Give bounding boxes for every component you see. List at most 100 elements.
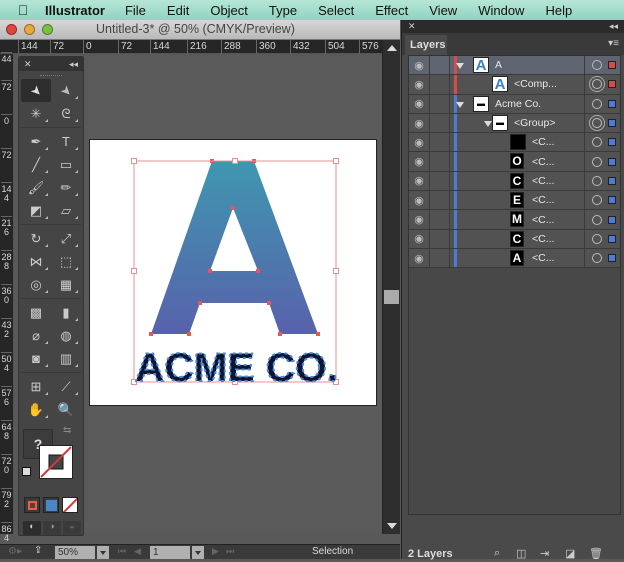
selection-indicator[interactable] [608, 234, 616, 243]
resize-handle[interactable] [131, 158, 137, 164]
lasso-tool[interactable]: ᘓ [51, 102, 81, 125]
layer-row[interactable]: ◉ C <C... [409, 229, 620, 249]
resize-handle[interactable] [232, 158, 238, 164]
target-circle-icon[interactable] [592, 233, 602, 244]
layer-name[interactable]: <C... [532, 233, 554, 245]
menu-edit[interactable]: Edit [167, 3, 189, 18]
gradient-button[interactable] [43, 497, 59, 513]
menu-window[interactable]: Window [478, 3, 524, 18]
minimize-window-button[interactable] [24, 24, 35, 35]
visibility-eye-icon[interactable]: ◉ [409, 94, 430, 113]
anchor-point[interactable] [187, 332, 191, 336]
visibility-eye-icon[interactable]: ◉ [409, 133, 430, 152]
resize-handle[interactable] [333, 158, 339, 164]
zoom-window-button[interactable] [42, 24, 53, 35]
menu-help[interactable]: Help [545, 3, 572, 18]
target-circle-icon[interactable] [592, 60, 602, 71]
anchor-point[interactable] [278, 332, 282, 336]
collapse-panel-icon[interactable]: ◂◂ [69, 59, 78, 70]
layer-name[interactable]: <C... [532, 214, 554, 226]
slice-tool[interactable]: ⟋ [51, 375, 81, 398]
pen-tool[interactable]: ✒ [21, 130, 51, 153]
direct-selection-tool[interactable]: ➤ [51, 79, 81, 102]
lock-toggle[interactable] [430, 133, 450, 152]
visibility-eye-icon[interactable]: ◉ [409, 248, 430, 268]
lock-toggle[interactable] [430, 191, 450, 210]
draw-behind-button[interactable]: ◑ [43, 521, 61, 535]
artwork[interactable]: ACME CO. [90, 140, 378, 407]
lock-toggle[interactable] [430, 113, 450, 133]
selection-indicator[interactable] [608, 176, 616, 185]
selection-indicator[interactable] [608, 196, 616, 205]
layer-name[interactable]: Acme Co. [495, 98, 541, 110]
layer-row[interactable]: ◉ A <C... [409, 248, 620, 269]
lock-toggle[interactable] [430, 75, 450, 94]
vertical-ruler[interactable]: 44 72 0 72 144 216 288 360 432 504 576 648 720 792 864 [0, 52, 14, 543]
lock-toggle[interactable] [430, 248, 450, 268]
expand-triangle-icon[interactable] [456, 63, 464, 69]
lock-toggle[interactable] [430, 56, 450, 75]
scroll-thumb[interactable] [384, 290, 399, 304]
draw-normal-button[interactable]: ◐ [23, 521, 41, 535]
selection-indicator[interactable] [608, 99, 616, 108]
selection-indicator[interactable] [608, 80, 616, 89]
lock-toggle[interactable] [430, 229, 450, 248]
menu-object[interactable]: Object [210, 3, 248, 18]
draw-inside-button[interactable]: ◒ [63, 521, 81, 535]
menu-select[interactable]: Select [318, 3, 354, 18]
target-circle-icon[interactable] [592, 214, 602, 225]
artboard-number-field[interactable]: 1 [150, 546, 190, 559]
app-menu[interactable]: Illustrator [45, 3, 105, 18]
delete-layer-icon[interactable]: 🗑 [589, 547, 603, 560]
expand-triangle-icon[interactable] [484, 120, 492, 127]
magic-wand-tool[interactable]: ✳ [21, 102, 51, 125]
status-text[interactable]: Selection [312, 546, 353, 557]
eyedropper-tool[interactable]: ⌀ [21, 324, 51, 347]
visibility-eye-icon[interactable]: ◉ [409, 56, 430, 75]
layer-row[interactable]: ◉ E <C... [409, 191, 620, 211]
resize-handle[interactable] [333, 268, 339, 274]
close-layers-panel-icon[interactable]: ✕ [408, 21, 416, 32]
create-new-sublayer-icon[interactable]: ⇥ [540, 547, 549, 560]
anchor-point[interactable] [198, 301, 202, 305]
anchor-point[interactable] [256, 269, 260, 273]
artboard-tool[interactable]: ⊞ [21, 375, 51, 398]
visibility-eye-icon[interactable]: ◉ [409, 75, 430, 94]
layer-name[interactable]: A [495, 59, 502, 71]
visibility-eye-icon[interactable]: ◉ [409, 113, 430, 133]
line-segment-tool[interactable]: ╱ [21, 153, 51, 176]
layer-name[interactable]: <C... [532, 194, 554, 206]
blend-tool[interactable]: ◍ [51, 324, 81, 347]
selection-indicator[interactable] [608, 119, 616, 128]
make-clipping-mask-icon[interactable]: ◫ [516, 547, 526, 560]
symbol-sprayer-tool[interactable]: ◙ [21, 347, 51, 370]
artboard[interactable]: ACME CO. [89, 139, 377, 406]
swap-fill-stroke-icon[interactable]: ⇆ [63, 425, 71, 436]
selection-indicator[interactable] [608, 138, 616, 147]
selection-tool[interactable]: ➤ [21, 79, 51, 102]
selection-indicator[interactable] [608, 157, 616, 166]
free-transform-tool[interactable]: ⬚ [51, 250, 81, 273]
lock-toggle[interactable] [430, 94, 450, 113]
selection-indicator[interactable] [608, 254, 616, 263]
type-tool[interactable]: T [51, 130, 81, 153]
layer-name[interactable]: <C... [532, 136, 554, 148]
scroll-up-arrow-icon[interactable] [387, 45, 397, 51]
close-window-button[interactable] [6, 24, 17, 35]
zoom-level-field[interactable]: 50% [55, 546, 95, 559]
column-graph-tool[interactable]: ▥ [51, 347, 81, 370]
menu-effect[interactable]: Effect [375, 3, 408, 18]
target-circle-icon[interactable] [592, 156, 602, 167]
scroll-down-arrow-icon[interactable] [387, 523, 397, 529]
first-artboard-icon[interactable]: ⏮ [118, 546, 126, 557]
target-circle-icon[interactable] [592, 118, 602, 129]
anchor-point[interactable] [231, 206, 235, 210]
anchor-point[interactable] [208, 269, 212, 273]
scale-tool[interactable]: ⤢ [51, 227, 81, 250]
artboard-dropdown[interactable] [192, 546, 204, 559]
big-letter-a-shape[interactable] [151, 161, 318, 334]
visibility-eye-icon[interactable]: ◉ [409, 210, 430, 229]
pencil-tool[interactable]: ✏ [51, 176, 81, 199]
anchor-point[interactable] [316, 332, 320, 336]
layer-row[interactable]: ◉ A A [409, 56, 620, 76]
